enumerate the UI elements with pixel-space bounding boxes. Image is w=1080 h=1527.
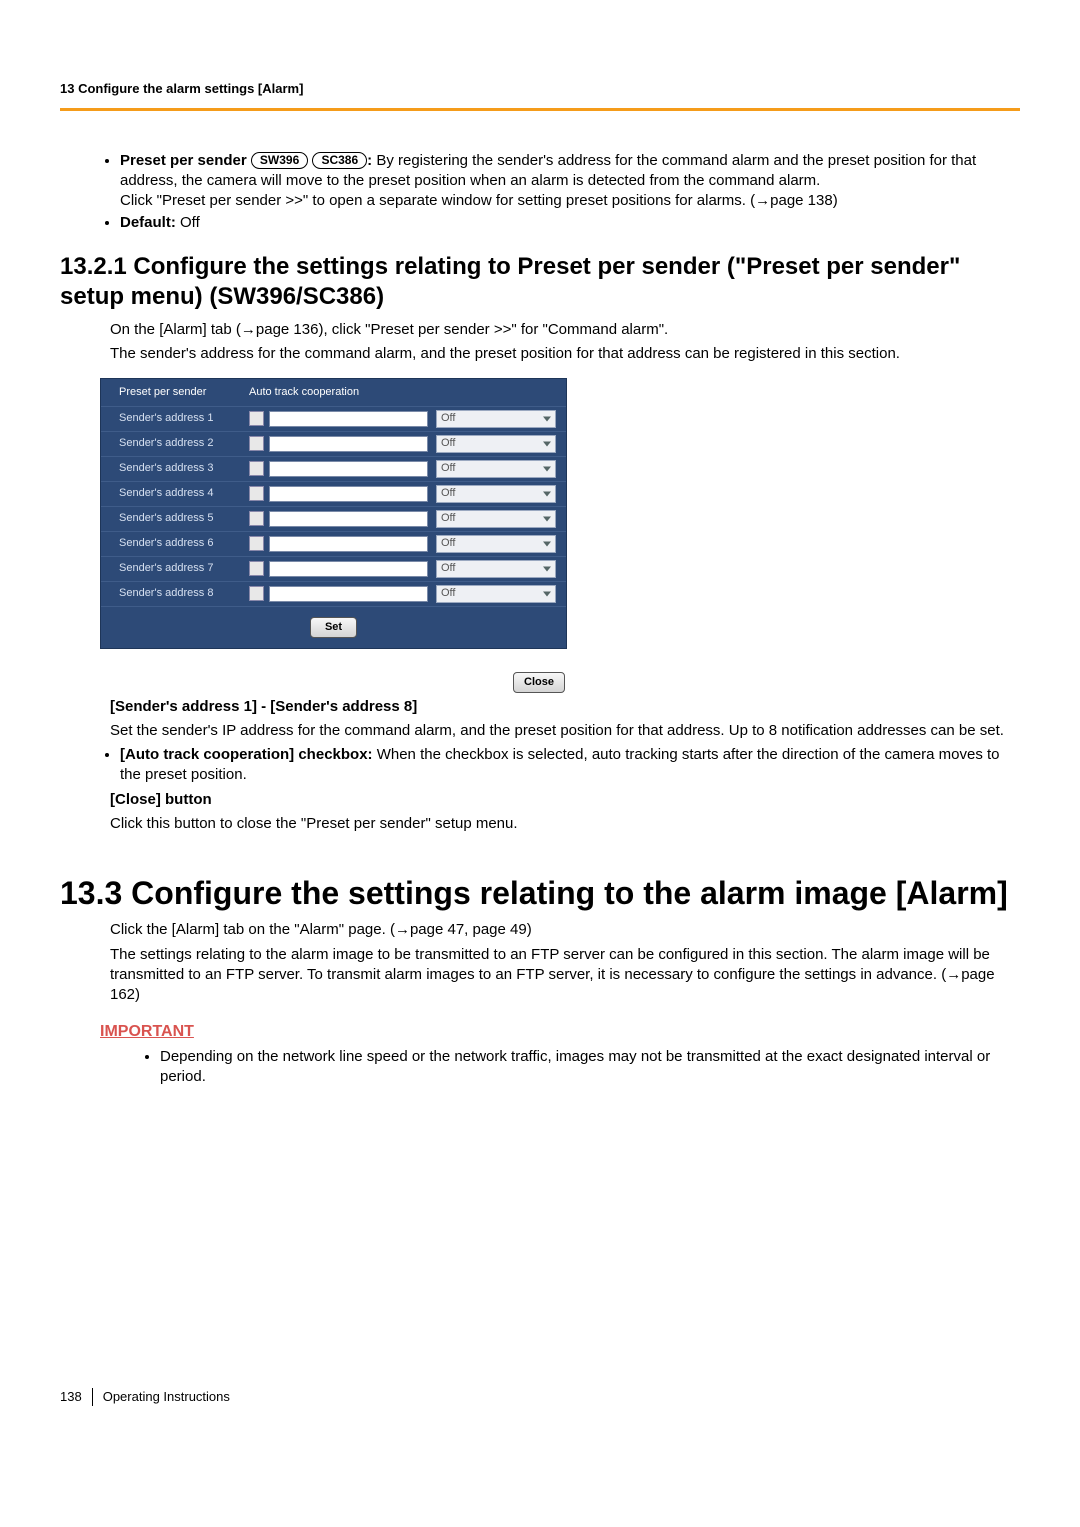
arrow-icon: → — [755, 192, 770, 209]
close-button-row: Close — [100, 663, 565, 693]
sender-address-text: Set the sender's IP address for the comm… — [110, 721, 1020, 741]
autotrack-checkbox[interactable] — [249, 411, 264, 426]
address-text-cell — [269, 561, 428, 577]
row-label: Sender's address 1 — [119, 411, 249, 426]
address-input[interactable] — [269, 436, 428, 452]
top-bullets: Preset per sender SW396 SC386: By regist… — [60, 151, 1020, 234]
arrow-icon: → — [946, 966, 961, 983]
section-13-2-1-body: On the [Alarm] tab (→page 136), click "P… — [110, 320, 1020, 365]
address-input[interactable] — [269, 411, 428, 427]
autotrack-checkbox[interactable] — [249, 511, 264, 526]
footer-divider — [92, 1388, 93, 1406]
close-button-text: Click this button to close the "Preset p… — [110, 814, 1020, 834]
set-button[interactable]: Set — [310, 617, 357, 638]
autotrack-checkbox[interactable] — [249, 586, 264, 601]
preset-select[interactable]: Off — [436, 485, 556, 503]
row-label: Sender's address 3 — [119, 461, 249, 476]
row-label: Sender's address 6 — [119, 536, 249, 551]
table-row: Sender's address 1 Off — [101, 406, 566, 431]
address-text-cell — [269, 586, 428, 602]
table-row: Sender's address 8 Off — [101, 581, 566, 606]
row-label: Sender's address 4 — [119, 486, 249, 501]
address-text-cell — [269, 411, 428, 427]
table-row: Sender's address 6 Off — [101, 531, 566, 556]
preset-per-sender-panel-wrapper: Preset per sender Auto track cooperation… — [60, 378, 1020, 693]
checkbox-cell — [249, 586, 269, 601]
table-header: Preset per sender Auto track cooperation — [101, 379, 566, 406]
checkbox-cell — [249, 486, 269, 501]
table-row: Sender's address 2 Off — [101, 431, 566, 456]
section-13-3-title: 13.3 Configure the settings relating to … — [60, 874, 1020, 912]
table-row: Sender's address 5 Off — [101, 506, 566, 531]
sender-address-heading: [Sender's address 1] - [Sender's address… — [110, 698, 417, 715]
address-input[interactable] — [269, 586, 428, 602]
table-row: Sender's address 3 Off — [101, 456, 566, 481]
checkbox-cell — [249, 436, 269, 451]
section-13-2-1-title: 13.2.1 Configure the settings relating t… — [60, 252, 1020, 312]
preset-select[interactable]: Off — [436, 460, 556, 478]
address-text-cell — [269, 486, 428, 502]
preset-per-sender-panel: Preset per sender Auto track cooperation… — [100, 378, 567, 649]
after-ui-body: [Sender's address 1] - [Sender's address… — [110, 697, 1020, 742]
col-autotrack: Auto track cooperation — [249, 385, 556, 400]
address-text-cell — [269, 511, 428, 527]
address-input[interactable] — [269, 561, 428, 577]
preset-select[interactable]: Off — [436, 560, 556, 578]
doc-title: Operating Instructions — [103, 1388, 230, 1406]
bullet-autotrack: [Auto track cooperation] checkbox: When … — [120, 745, 1020, 786]
row-label: Sender's address 5 — [119, 511, 249, 526]
page-number: 138 — [60, 1388, 82, 1406]
col-preset: Preset per sender — [119, 385, 249, 400]
preset-select[interactable]: Off — [436, 535, 556, 553]
after-ui-bullets: [Auto track cooperation] checkbox: When … — [60, 745, 1020, 786]
row-label: Sender's address 7 — [119, 561, 249, 576]
preset-select[interactable]: Off — [436, 410, 556, 428]
header-title: 13 Configure the alarm settings [Alarm] — [60, 81, 303, 96]
important-label: IMPORTANT — [100, 1021, 1020, 1043]
autotrack-checkbox[interactable] — [249, 486, 264, 501]
set-button-row: Set — [101, 606, 566, 648]
important-text: Depending on the network line speed or t… — [160, 1047, 1020, 1088]
row-label: Sender's address 2 — [119, 436, 249, 451]
bullet-preset: Preset per sender SW396 SC386: By regist… — [120, 151, 1020, 212]
address-text-cell — [269, 461, 428, 477]
table-row: Sender's address 7 Off — [101, 556, 566, 581]
checkbox-cell — [249, 561, 269, 576]
preset-select[interactable]: Off — [436, 510, 556, 528]
close-button-heading: [Close] button — [110, 791, 212, 808]
autotrack-checkbox[interactable] — [249, 536, 264, 551]
page-footer: 138 Operating Instructions — [60, 1388, 1020, 1406]
preset-select[interactable]: Off — [436, 585, 556, 603]
arrow-icon: → — [241, 321, 256, 338]
important-bullets: Depending on the network line speed or t… — [60, 1047, 1020, 1088]
close-button[interactable]: Close — [513, 672, 565, 693]
address-input[interactable] — [269, 461, 428, 477]
address-input[interactable] — [269, 511, 428, 527]
model-badge-sc386: SC386 — [312, 152, 367, 170]
model-badge-sw396: SW396 — [251, 152, 308, 170]
checkbox-cell — [249, 536, 269, 551]
address-input[interactable] — [269, 536, 428, 552]
arrow-icon: → — [395, 921, 410, 938]
checkbox-cell — [249, 461, 269, 476]
checkbox-cell — [249, 411, 269, 426]
address-text-cell — [269, 536, 428, 552]
row-label: Sender's address 8 — [119, 586, 249, 601]
preset-select[interactable]: Off — [436, 435, 556, 453]
table-row: Sender's address 4 Off — [101, 481, 566, 506]
address-input[interactable] — [269, 486, 428, 502]
page-header: 13 Configure the alarm settings [Alarm] — [60, 80, 1020, 111]
checkbox-cell — [249, 511, 269, 526]
section-13-3-body: Click the [Alarm] tab on the "Alarm" pag… — [110, 920, 1020, 1005]
bullet-default: Default: Off — [120, 213, 1020, 233]
autotrack-checkbox[interactable] — [249, 561, 264, 576]
address-text-cell — [269, 436, 428, 452]
autotrack-checkbox[interactable] — [249, 461, 264, 476]
autotrack-checkbox[interactable] — [249, 436, 264, 451]
